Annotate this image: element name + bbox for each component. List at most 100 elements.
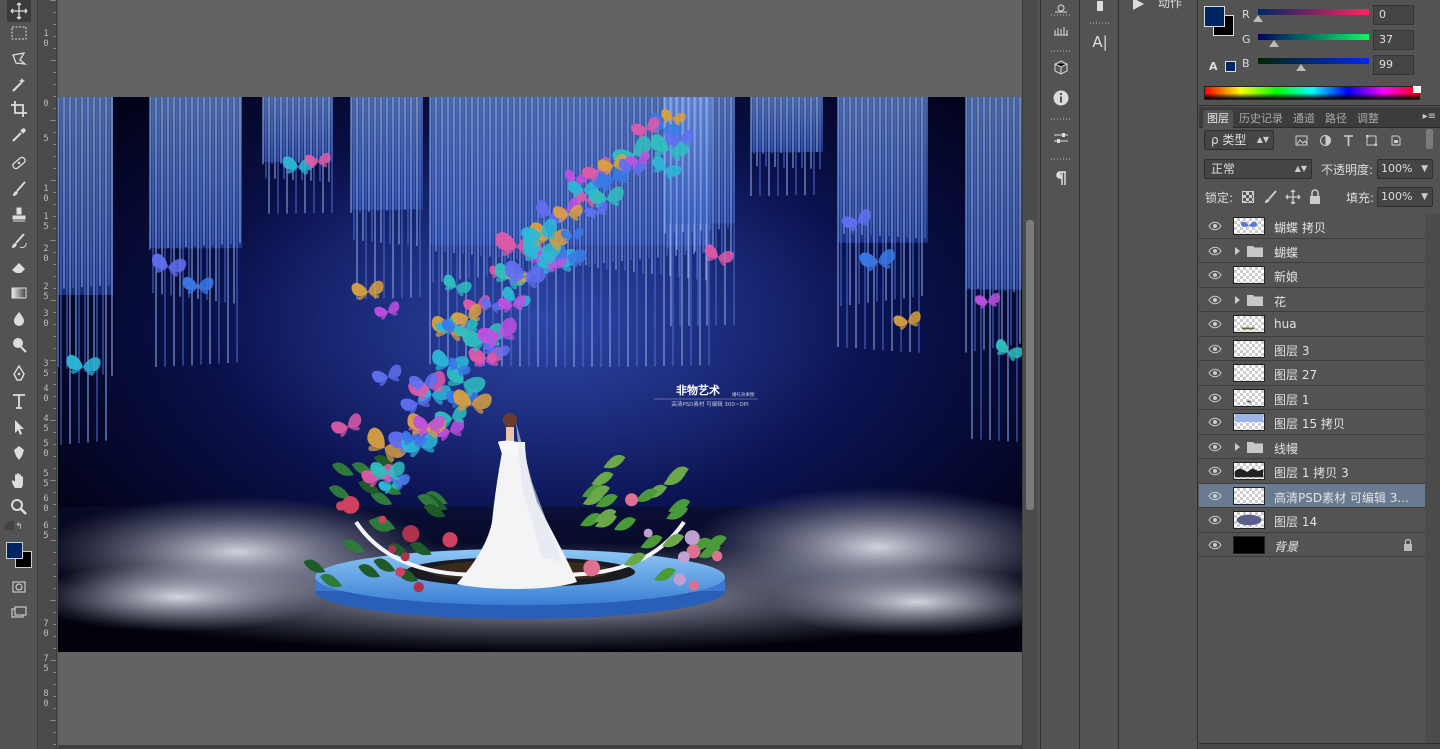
layer-name[interactable]: 图层 3 <box>1274 342 1309 359</box>
wedding-stage-artwork[interactable]: 非物艺术 婚礼效果图 高清PSD素材 可编辑 300~DPI <box>58 97 1022 652</box>
layer-row[interactable]: 高清PSD素材 可编辑 3... <box>1199 483 1425 508</box>
zoom-tool-icon[interactable] <box>7 496 31 518</box>
eyedropper-tool-icon[interactable] <box>7 124 31 146</box>
canvas-horizontal-scrollbar[interactable] <box>58 745 1022 749</box>
layer-row[interactable]: hua <box>1199 312 1425 337</box>
foreground-color-swatch[interactable] <box>6 542 23 559</box>
layer-name[interactable]: 图层 1 <box>1274 391 1309 408</box>
gamut-warning-icon[interactable]: A <box>1209 60 1218 73</box>
gradient-tool-icon[interactable] <box>7 282 31 304</box>
visibility-eye-icon[interactable] <box>1208 245 1222 257</box>
layer-name[interactable]: hua <box>1274 317 1297 331</box>
color-panel-foreground-swatch[interactable] <box>1204 6 1225 27</box>
3d-panel-icon[interactable] <box>1046 56 1076 80</box>
expand-group-icon[interactable] <box>1235 442 1240 451</box>
healing-brush-tool-icon[interactable] <box>7 152 31 174</box>
eraser-tool-icon[interactable] <box>7 256 31 278</box>
layer-name[interactable]: 背景 <box>1274 538 1298 555</box>
visibility-eye-icon[interactable] <box>1208 539 1222 551</box>
filter-kind-dropdown[interactable]: ρ 类型 ▲▼ <box>1204 130 1274 150</box>
expand-group-icon[interactable] <box>1235 246 1240 255</box>
b-slider-thumb[interactable] <box>1296 64 1307 71</box>
magic-wand-tool-icon[interactable] <box>7 74 31 96</box>
swap-colors-icon[interactable]: ⬛↰ <box>4 522 23 532</box>
layer-list-scrollbar[interactable] <box>1425 214 1440 744</box>
actions-label[interactable]: 动作 <box>1158 0 1182 11</box>
hand-tool-icon[interactable] <box>7 470 31 492</box>
canvas-area[interactable]: 非物艺术 婚礼效果图 高清PSD素材 可编辑 300~DPI <box>58 0 1022 745</box>
quick-mask-icon[interactable] <box>7 576 31 598</box>
visibility-eye-icon[interactable] <box>1208 269 1222 281</box>
g-value-field[interactable]: 37 <box>1373 30 1414 50</box>
layer-name[interactable]: 图层 27 <box>1274 366 1317 383</box>
layer-name[interactable]: 蝴蝶 拷贝 <box>1274 219 1326 236</box>
layer-row[interactable]: 新娘 <box>1199 263 1425 288</box>
screen-mode-icon[interactable] <box>7 602 31 624</box>
visibility-eye-icon[interactable] <box>1208 220 1222 232</box>
pen-tool-icon[interactable] <box>7 362 31 384</box>
layer-row[interactable]: 花 <box>1199 287 1425 312</box>
dodge-tool-icon[interactable] <box>7 334 31 356</box>
lock-all-icon[interactable] <box>1308 189 1322 205</box>
visibility-eye-icon[interactable] <box>1208 416 1222 428</box>
layer-name[interactable]: 花 <box>1274 293 1286 310</box>
tab-0[interactable]: 图层 <box>1203 110 1233 128</box>
layer-row[interactable]: 图层 27 <box>1199 361 1425 386</box>
visibility-eye-icon[interactable] <box>1208 490 1222 502</box>
history-brush-tool-icon[interactable] <box>7 230 31 252</box>
panel-menu-icon[interactable]: ▸≡ <box>1423 111 1436 122</box>
brush-tool-icon[interactable] <box>7 178 31 200</box>
paragraph-panel-icon[interactable] <box>1046 166 1076 190</box>
color-spectrum-bar[interactable] <box>1204 86 1420 100</box>
type-tool-icon[interactable] <box>7 390 31 412</box>
layer-row[interactable]: 图层 1 拷贝 3 <box>1199 459 1425 484</box>
r-slider[interactable] <box>1258 9 1369 15</box>
filter-shape-icon[interactable] <box>1363 132 1379 148</box>
clone-stamp-tool-icon[interactable] <box>7 204 31 226</box>
r-value-field[interactable]: 0 <box>1373 5 1414 25</box>
r-slider-thumb[interactable] <box>1253 15 1263 22</box>
lasso-tool-icon[interactable] <box>7 48 31 70</box>
filter-smart-object-icon[interactable] <box>1387 132 1403 148</box>
filter-pixel-icon[interactable] <box>1293 132 1309 148</box>
filter-type-icon[interactable] <box>1340 132 1356 148</box>
layer-name[interactable]: 高清PSD素材 可编辑 3... <box>1274 489 1409 506</box>
visibility-eye-icon[interactable] <box>1208 514 1222 526</box>
marquee-tool-icon[interactable] <box>7 22 31 44</box>
tab-3[interactable]: 路径 <box>1321 110 1351 128</box>
layer-row[interactable]: 线幔 <box>1199 434 1425 459</box>
crop-tool-icon[interactable] <box>7 98 31 120</box>
layer-row[interactable]: 图层 1 <box>1199 385 1425 410</box>
visibility-eye-icon[interactable] <box>1208 367 1222 379</box>
layer-row[interactable]: 图层 15 拷贝 <box>1199 410 1425 435</box>
filter-adjustment-icon[interactable] <box>1317 132 1333 148</box>
scrollbar-thumb[interactable] <box>1026 220 1034 510</box>
tab-1[interactable]: 历史记录 <box>1235 110 1287 128</box>
layer-name[interactable]: 图层 15 拷贝 <box>1274 415 1345 432</box>
expand-group-icon[interactable] <box>1235 295 1240 304</box>
b-slider[interactable] <box>1258 58 1369 64</box>
layer-row[interactable]: 蝴蝶 拷贝 <box>1199 214 1425 239</box>
lock-position-icon[interactable] <box>1285 189 1301 205</box>
canvas-vertical-scrollbar[interactable] <box>1022 0 1037 749</box>
lock-brush-icon[interactable] <box>1263 189 1279 205</box>
tab-2[interactable]: 通道 <box>1289 110 1319 128</box>
layer-name[interactable]: 新娘 <box>1274 268 1298 285</box>
visibility-eye-icon[interactable] <box>1208 318 1222 330</box>
character-panel-icon[interactable]: A| <box>1085 30 1115 54</box>
tab-4[interactable]: 调整 <box>1353 110 1383 128</box>
layer-row[interactable]: 背景 <box>1199 532 1425 557</box>
move-tool-icon[interactable] <box>7 0 31 22</box>
blur-tool-icon[interactable] <box>7 308 31 330</box>
visibility-eye-icon[interactable] <box>1208 343 1222 355</box>
layer-row[interactable]: 蝴蝶 <box>1199 238 1425 263</box>
spectrum-white-swatch[interactable] <box>1413 86 1421 93</box>
info-panel-icon[interactable] <box>1046 86 1076 110</box>
visibility-eye-icon[interactable] <box>1208 441 1222 453</box>
opacity-field[interactable]: 100% ▼ <box>1377 159 1433 179</box>
actions-play-icon[interactable] <box>1133 0 1144 10</box>
blend-mode-dropdown[interactable]: 正常 ▲▼ <box>1204 159 1312 179</box>
layer-row[interactable]: 图层 14 <box>1199 508 1425 533</box>
filter-toggle-switch[interactable] <box>1426 129 1433 149</box>
clone-source-icon[interactable] <box>1085 0 1115 18</box>
